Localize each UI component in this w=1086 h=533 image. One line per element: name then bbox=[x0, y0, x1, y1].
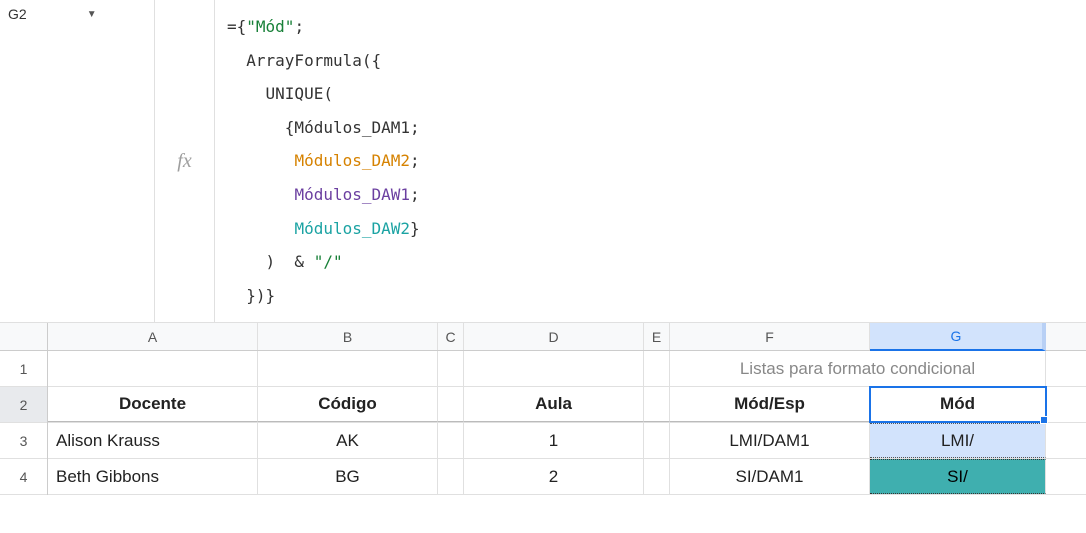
cell-E4[interactable] bbox=[644, 459, 670, 494]
col-header-G[interactable]: G bbox=[870, 323, 1046, 351]
cell-E3[interactable] bbox=[644, 423, 670, 458]
cell-D2[interactable]: Aula bbox=[464, 387, 644, 422]
cell-G4[interactable]: SI/ bbox=[870, 459, 1046, 494]
row-header-1[interactable]: 1 bbox=[0, 351, 47, 387]
col-header-A[interactable]: A bbox=[48, 323, 258, 350]
name-box[interactable]: G2 ▼ bbox=[8, 6, 97, 22]
row-header-2[interactable]: 2 bbox=[0, 387, 47, 423]
fx-icon: fx bbox=[155, 0, 215, 322]
cell-F2[interactable]: Mód/Esp bbox=[670, 387, 870, 422]
col-header-F[interactable]: F bbox=[670, 323, 870, 350]
cell-C3[interactable] bbox=[438, 423, 464, 458]
cell-E2[interactable] bbox=[644, 387, 670, 422]
cell-F4[interactable]: SI/DAM1 bbox=[670, 459, 870, 494]
cell-B1[interactable] bbox=[258, 351, 438, 386]
col-header-B[interactable]: B bbox=[258, 323, 438, 350]
cell-D1[interactable] bbox=[464, 351, 644, 386]
cell-A4[interactable]: Beth Gibbons bbox=[48, 459, 258, 494]
cell-A1[interactable] bbox=[48, 351, 258, 386]
formula-bar[interactable]: ={"Mód"; ArrayFormula({ UNIQUE( {Módulos… bbox=[215, 0, 1086, 322]
cell-G2[interactable]: Mód bbox=[870, 387, 1046, 422]
cell-F1-merged[interactable]: Listas para formato condicional bbox=[670, 351, 1046, 386]
cell-C2[interactable] bbox=[438, 387, 464, 422]
cell-E1[interactable] bbox=[644, 351, 670, 386]
cell-D4[interactable]: 2 bbox=[464, 459, 644, 494]
cell-A2[interactable]: Docente bbox=[48, 387, 258, 422]
cell-C1[interactable] bbox=[438, 351, 464, 386]
select-all-corner[interactable] bbox=[0, 323, 47, 351]
col-header-E[interactable]: E bbox=[644, 323, 670, 350]
cell-A3[interactable]: Alison Krauss bbox=[48, 423, 258, 458]
name-box-ref: G2 bbox=[8, 6, 27, 22]
cell-B2[interactable]: Código bbox=[258, 387, 438, 422]
cell-B4[interactable]: BG bbox=[258, 459, 438, 494]
col-header-C[interactable]: C bbox=[438, 323, 464, 350]
cell-D3[interactable]: 1 bbox=[464, 423, 644, 458]
row-header-3[interactable]: 3 bbox=[0, 423, 47, 459]
row-header-4[interactable]: 4 bbox=[0, 459, 47, 495]
chevron-down-icon: ▼ bbox=[87, 9, 97, 20]
cell-B3[interactable]: AK bbox=[258, 423, 438, 458]
cell-F3[interactable]: LMI/DAM1 bbox=[670, 423, 870, 458]
col-header-D[interactable]: D bbox=[464, 323, 644, 350]
cell-C4[interactable] bbox=[438, 459, 464, 494]
cell-G3[interactable]: LMI/ bbox=[870, 423, 1046, 458]
